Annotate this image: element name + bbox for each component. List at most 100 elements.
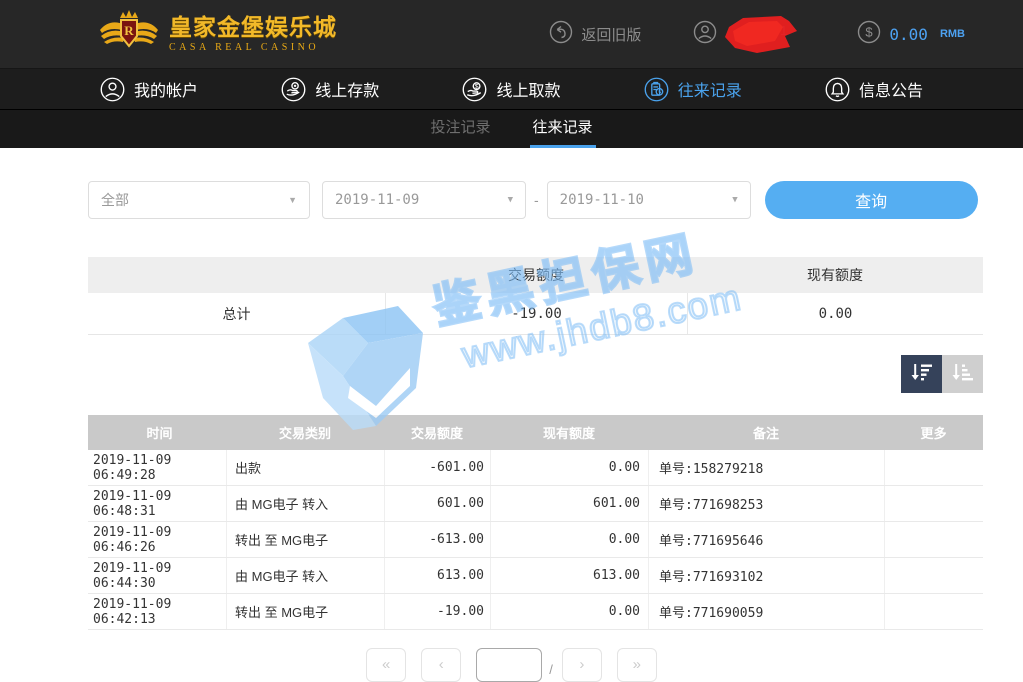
cell-time: 2019-11-09 06:42:13 — [88, 594, 226, 629]
sort-bar — [88, 355, 983, 393]
col-header-time: 时间 — [88, 423, 226, 442]
balance-currency: RMB — [940, 28, 965, 40]
cell-remark: 单号:158279218 — [648, 450, 884, 485]
cell-more — [884, 522, 983, 557]
last-page-button[interactable]: » — [617, 648, 657, 682]
sort-descending-button[interactable] — [901, 355, 942, 393]
account-icon — [100, 77, 125, 102]
sort-ascending-button[interactable] — [942, 355, 983, 393]
nav-item-announcements[interactable]: 信息公告 — [825, 77, 923, 102]
summary-transaction-total: -19.00 — [385, 293, 687, 334]
cell-balance: 601.00 — [490, 486, 648, 521]
casino-crest-icon: R — [98, 8, 160, 61]
casino-logo[interactable]: R 皇家金堡娱乐城 CASA REAL CASINO — [98, 8, 337, 61]
chevron-down-icon: ▼ — [732, 195, 737, 205]
date-to-select[interactable]: 2019-11-10 ▼ — [547, 181, 751, 219]
back-to-old-version-label: 返回旧版 — [581, 24, 641, 45]
username-redaction: 1 — [723, 13, 801, 55]
nav-label: 信息公告 — [859, 77, 923, 101]
cell-amount: -601.00 — [384, 450, 490, 485]
nav-item-transaction-records[interactable]: 往来记录 — [644, 77, 742, 102]
user-icon — [693, 20, 717, 49]
sort-descending-icon — [911, 362, 933, 387]
cell-remark: 单号:771690059 — [648, 594, 884, 629]
table-row: 2019-11-09 06:46:26 转出 至 MG电子 -613.00 0.… — [88, 522, 983, 558]
cell-balance: 0.00 — [490, 594, 648, 629]
pagination: « ‹ / › » — [0, 648, 1023, 682]
page-count-separator: / — [549, 662, 553, 677]
records-header-row: 时间 交易类别 交易额度 现有额度 备注 更多 — [88, 415, 983, 450]
page-number-input[interactable] — [476, 648, 542, 682]
nav-item-online-deposit[interactable]: 线上存款 — [281, 77, 379, 102]
summary-table: 交易额度 现有额度 总计 -19.00 0.00 — [88, 257, 983, 335]
cell-type: 转出 至 MG电子 — [226, 594, 384, 629]
casino-subtitle: CASA REAL CASINO — [169, 43, 337, 53]
chevron-down-icon: ▼ — [508, 195, 513, 205]
casino-title: 皇家金堡娱乐城 — [169, 16, 337, 39]
table-row: 2019-11-09 06:44:30 由 MG电子 转入 613.00 613… — [88, 558, 983, 594]
bell-icon — [825, 77, 850, 102]
cell-amount: -19.00 — [384, 594, 490, 629]
return-icon — [549, 20, 573, 48]
svg-text:$: $ — [475, 83, 479, 90]
prev-page-button[interactable]: ‹ — [421, 648, 461, 682]
date-range-separator: - — [534, 192, 539, 208]
first-page-button[interactable]: « — [366, 648, 406, 682]
query-button[interactable]: 查询 — [765, 181, 978, 219]
cell-type: 由 MG电子 转入 — [226, 558, 384, 593]
cell-type: 出款 — [226, 450, 384, 485]
cell-balance: 613.00 — [490, 558, 648, 593]
cell-remark: 单号:771695646 — [648, 522, 884, 557]
col-header-remark: 备注 — [648, 423, 884, 442]
table-row: 2019-11-09 06:42:13 转出 至 MG电子 -19.00 0.0… — [88, 594, 983, 630]
cell-more — [884, 594, 983, 629]
svg-text:$: $ — [866, 24, 874, 39]
record-subtabs: 投注记录 往来记录 — [0, 110, 1023, 148]
cell-amount: 601.00 — [384, 486, 490, 521]
account-user-area[interactable]: 1 — [693, 12, 801, 56]
date-from-value: 2019-11-09 — [335, 192, 419, 208]
tab-betting-records[interactable]: 投注记录 — [427, 110, 493, 148]
date-from-select[interactable]: 2019-11-09 ▼ — [322, 181, 526, 219]
records-table: 时间 交易类别 交易额度 现有额度 备注 更多 2019-11-09 06:49… — [88, 415, 983, 630]
balance-area[interactable]: $ 0.00 RMB — [857, 20, 965, 49]
col-header-amount: 交易额度 — [384, 423, 490, 442]
summary-balance-total: 0.00 — [687, 293, 983, 334]
table-row: 2019-11-09 06:49:28 出款 -601.00 0.00 单号:1… — [88, 450, 983, 486]
type-select-value: 全部 — [101, 190, 129, 210]
cell-remark: 单号:771698253 — [648, 486, 884, 521]
cell-type: 转出 至 MG电子 — [226, 522, 384, 557]
dollar-icon: $ — [857, 20, 881, 49]
cell-balance: 0.00 — [490, 450, 648, 485]
cell-time: 2019-11-09 06:49:28 — [88, 450, 226, 485]
cell-amount: -613.00 — [384, 522, 490, 557]
date-to-value: 2019-11-10 — [560, 192, 644, 208]
transaction-type-select[interactable]: 全部 ▼ — [88, 181, 310, 219]
next-page-button[interactable]: › — [562, 648, 602, 682]
cell-time: 2019-11-09 06:48:31 — [88, 486, 226, 521]
back-to-old-version-link[interactable]: 返回旧版 — [549, 20, 641, 48]
cell-remark: 单号:771693102 — [648, 558, 884, 593]
cell-more — [884, 558, 983, 593]
nav-label: 我的帐户 — [134, 77, 198, 101]
withdraw-icon: $ — [462, 77, 487, 102]
cell-more — [884, 450, 983, 485]
tab-transaction-records[interactable]: 往来记录 — [530, 110, 596, 148]
nav-label: 线上取款 — [496, 77, 560, 101]
filter-row: 全部 ▼ 2019-11-09 ▼ - 2019-11-10 ▼ 查询 — [88, 181, 983, 219]
balance-amount: 0.00 — [889, 25, 928, 44]
cell-balance: 0.00 — [490, 522, 648, 557]
main-nav: 我的帐户 线上存款 $ 线上取款 — [0, 68, 1023, 110]
summary-total-label: 总计 — [88, 293, 385, 334]
nav-item-online-withdrawal[interactable]: $ 线上取款 — [462, 77, 560, 102]
records-icon — [644, 77, 669, 102]
summary-header-transaction: 交易额度 — [385, 265, 687, 285]
nav-label: 线上存款 — [315, 77, 379, 101]
sort-ascending-icon — [952, 362, 974, 387]
chevron-down-icon: ▼ — [288, 195, 297, 205]
deposit-icon — [281, 77, 306, 102]
summary-total-row: 总计 -19.00 0.00 — [88, 293, 983, 335]
summary-header-balance: 现有额度 — [687, 265, 983, 285]
content-area: 全部 ▼ 2019-11-09 ▼ - 2019-11-10 ▼ 查询 交易额度… — [88, 181, 983, 630]
nav-item-my-account[interactable]: 我的帐户 — [100, 77, 198, 102]
